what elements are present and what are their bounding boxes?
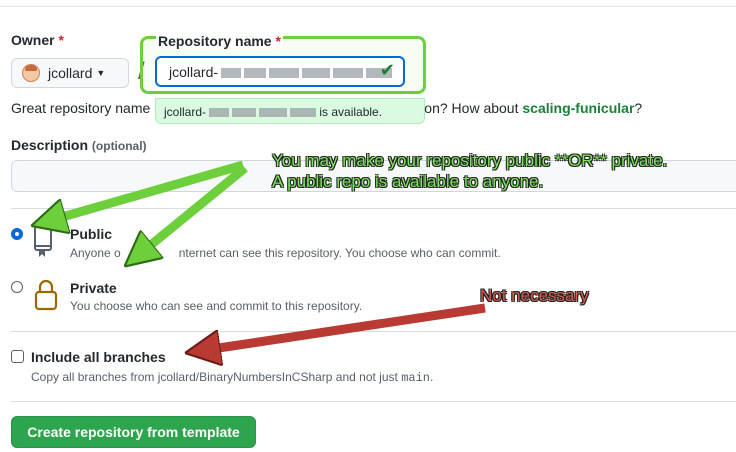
annotation-not-necessary: Not necessary [480, 286, 589, 305]
annotation-arrows [0, 160, 486, 452]
red-arrow-branches [192, 303, 486, 352]
annotation-visibility-note: You may make your repository public **OR… [272, 151, 668, 191]
